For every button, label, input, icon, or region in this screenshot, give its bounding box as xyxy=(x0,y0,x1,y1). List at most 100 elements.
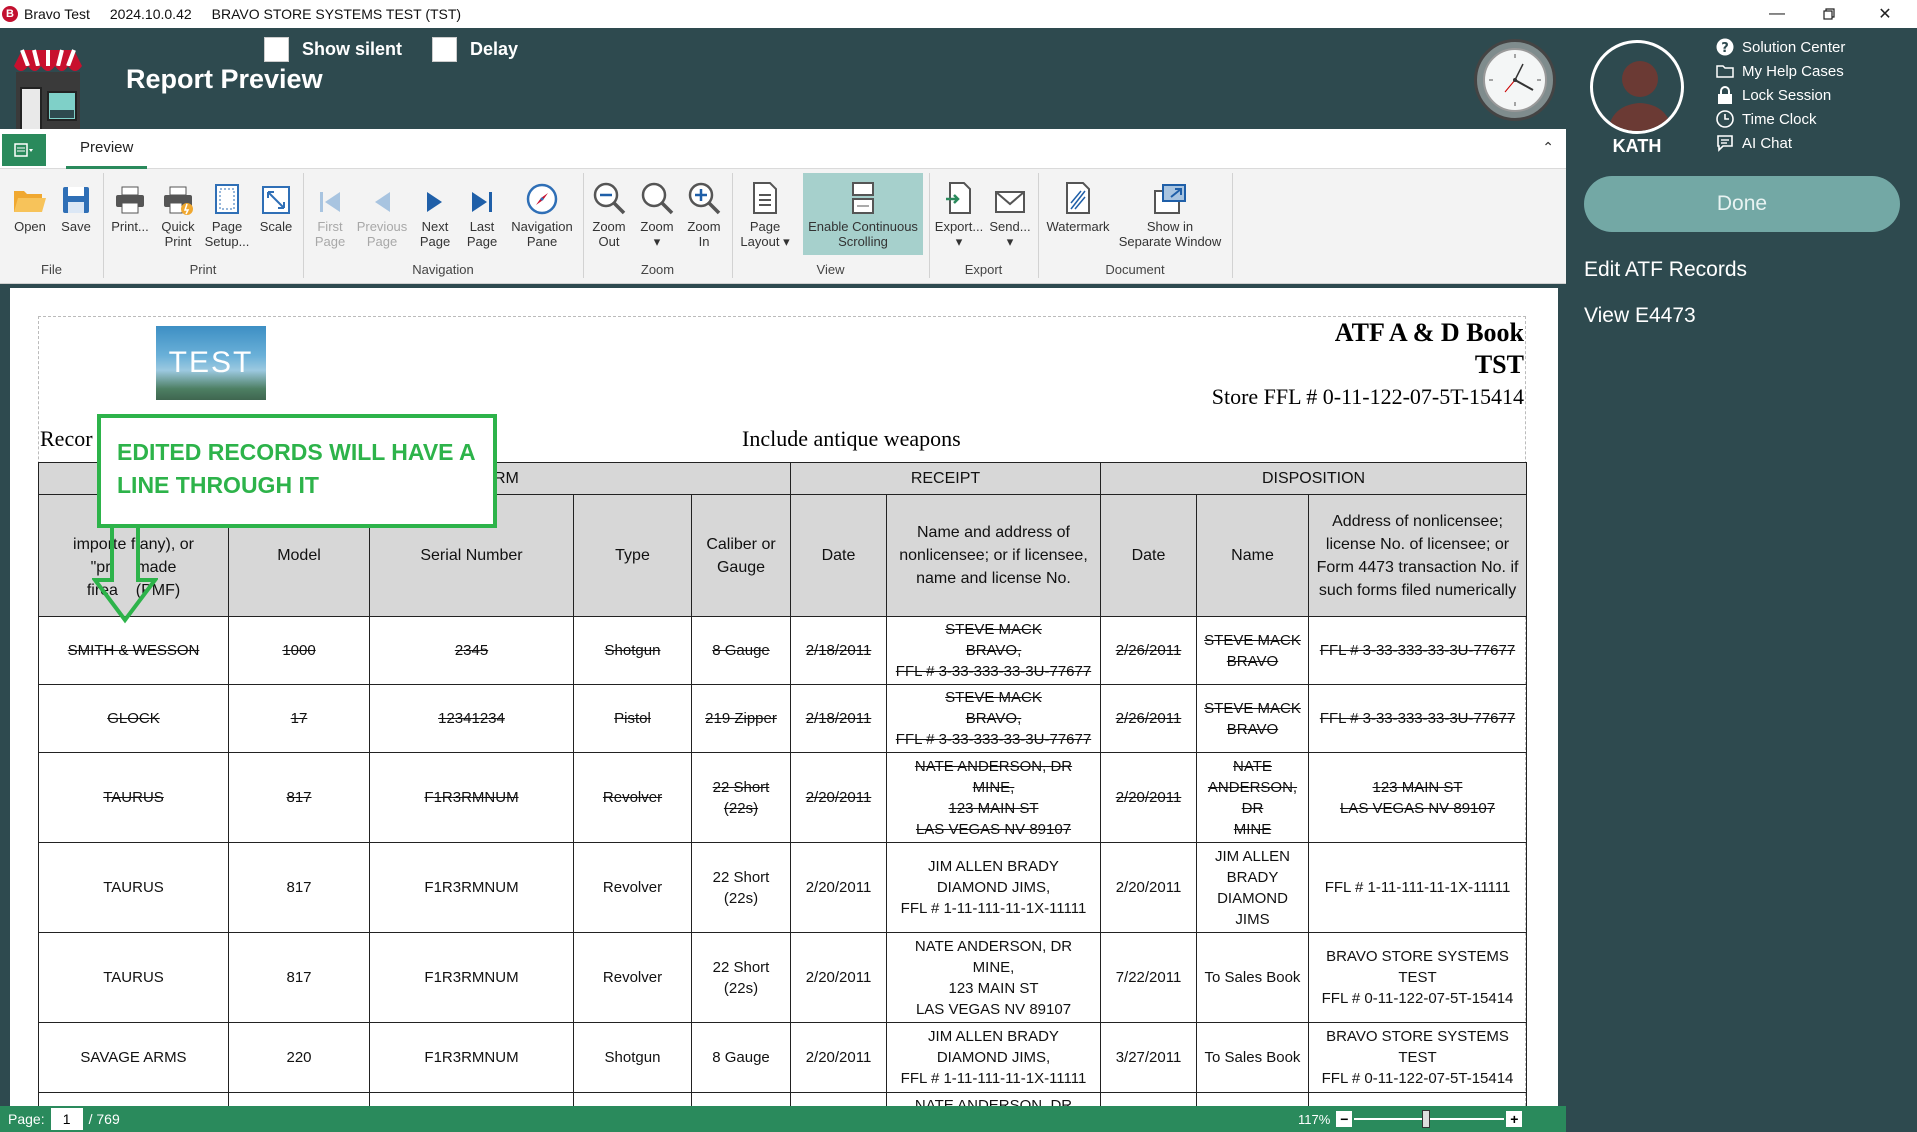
zoom-in-small-button[interactable]: + xyxy=(1506,1111,1523,1127)
table-cell-date xyxy=(790,1092,887,1106)
table-cell-from: NATE ANDERSON, DR MINE, 123 MAIN ST LAS … xyxy=(886,932,1101,1023)
table-cell-disp-name: NATE ANDERSON, DR MINE xyxy=(1196,752,1309,843)
lock-session-link[interactable]: Lock Session xyxy=(1716,86,1831,104)
delay-checkbox[interactable]: Delay xyxy=(432,37,518,62)
col-nonlicensee: Name and address of nonlicensee; or if l… xyxy=(886,494,1101,617)
watermark-button[interactable]: Watermark xyxy=(1042,173,1114,234)
done-button[interactable]: Done xyxy=(1584,176,1900,232)
col-disp-address: Address of nonlicensee; license No. of l… xyxy=(1307,494,1528,617)
zoom-out-small-button[interactable]: − xyxy=(1336,1111,1353,1127)
antique-weapons-label: Include antique weapons xyxy=(742,426,961,451)
navigation-pane-button[interactable]: Navigation Pane xyxy=(506,173,578,249)
print-button[interactable]: Print... xyxy=(108,173,152,234)
edit-atf-records-link[interactable]: Edit ATF Records xyxy=(1584,258,1747,282)
table-row: TAURUS 817 F1R3RMNUM Revolver 22 Short (22s)… xyxy=(38,842,1528,933)
my-help-cases-label: My Help Cases xyxy=(1742,62,1844,80)
table-row: SAVAGE ARMS 220 F1R3RMNUM Shotgun 8 Gauge 2/2… xyxy=(38,1022,1528,1093)
last-page-button[interactable]: Last Page xyxy=(462,173,502,249)
zoom-slider[interactable] xyxy=(1354,1108,1505,1130)
next-page-button[interactable]: Next Page xyxy=(415,173,455,249)
table-cell-disp-addr xyxy=(1307,1092,1528,1106)
table-cell-disp-name: To Sales Book xyxy=(1196,932,1309,1023)
dropdown-arrow-icon: ▾ xyxy=(653,234,661,249)
table-cell-caliber: 8 Gauge xyxy=(691,1022,791,1093)
ai-chat-link[interactable]: AI Chat xyxy=(1716,134,1792,152)
annotation-arrow-icon xyxy=(92,524,158,624)
show-silent-checkbox[interactable]: Show silent xyxy=(264,37,402,62)
table-cell-disp-name xyxy=(1196,1092,1309,1106)
right-panel: KATH ? Solution Center My Help Cases Loc… xyxy=(1566,28,1917,1132)
restore-icon[interactable] xyxy=(1806,0,1852,28)
table-cell-serial: F1R3RMNUM xyxy=(369,842,574,933)
zoom-control: 117% − + xyxy=(1298,1108,1523,1130)
folder-icon xyxy=(1716,62,1734,80)
quick-print-button[interactable]: Quick Print xyxy=(156,173,200,249)
file-menu-button[interactable] xyxy=(2,134,46,166)
export-button[interactable]: Export... ▾ xyxy=(934,173,984,249)
table-cell-model: 817 xyxy=(228,842,370,933)
disposition-group-header: DISPOSITION xyxy=(1099,462,1528,495)
tab-preview[interactable]: Preview xyxy=(66,129,148,169)
save-button[interactable]: Save xyxy=(56,173,96,234)
table-cell-mfr: TAURUS xyxy=(38,932,229,1023)
watermark-icon xyxy=(1058,173,1098,215)
last-page-icon xyxy=(462,173,502,215)
table-cell-serial: F1R3RMNUM xyxy=(369,932,574,1023)
table-cell-disp-date: 3/27/2011 xyxy=(1100,1022,1197,1093)
table-cell-disp-date: 2/20/2011 xyxy=(1100,842,1197,933)
clock-icon xyxy=(1716,110,1734,128)
zoom-button[interactable]: Zoom ▾ xyxy=(636,173,678,249)
time-clock-link[interactable]: Time Clock xyxy=(1716,110,1816,128)
close-icon[interactable]: ✕ xyxy=(1862,0,1908,28)
page-number-input[interactable]: 1 xyxy=(50,1108,83,1130)
table-row: GLOCK 17 12341234 Pistol 219 Zipper 2/18/2011… xyxy=(38,684,1528,753)
col-type: Type xyxy=(573,494,692,617)
table-cell-model: 220 xyxy=(228,1022,370,1093)
zoom-out-button[interactable]: Zoom Out xyxy=(588,173,630,249)
time-clock-label: Time Clock xyxy=(1742,110,1817,128)
minimize-icon[interactable]: — xyxy=(1754,0,1800,28)
chat-icon xyxy=(1716,134,1734,152)
document-viewer[interactable]: TEST ATF A & D Book TST Store FFL # 0-11… xyxy=(0,284,1566,1106)
table-cell-disp-addr: FFL # 3-33-333-33-3U-77677 xyxy=(1307,616,1528,685)
page-layout-button[interactable]: Page Layout ▾ xyxy=(738,173,792,249)
scale-icon xyxy=(256,173,296,215)
table-cell-date: 2/20/2011 xyxy=(790,932,887,1023)
avatar[interactable] xyxy=(1590,40,1684,134)
table-cell-disp-name: To Sales Book xyxy=(1196,1022,1309,1093)
collapse-ribbon-icon[interactable]: ⌃ xyxy=(1542,139,1554,156)
enable-continuous-scrolling-button[interactable]: Enable Continuous Scrolling xyxy=(803,173,923,255)
view-e4473-link[interactable]: View E4473 xyxy=(1584,304,1696,328)
scale-button[interactable]: Scale xyxy=(256,173,296,234)
table-cell-from: STEVE MACK BRAVO, FFL # 3-33-333-33-3U-7… xyxy=(886,684,1101,753)
page-total: / 769 xyxy=(88,1111,120,1127)
table-cell-from: STEVE MACK BRAVO, FFL # 3-33-333-33-3U-7… xyxy=(886,616,1101,685)
table-cell-serial xyxy=(369,1092,574,1106)
table-cell-type: Revolver xyxy=(573,932,692,1023)
printer-icon xyxy=(110,173,150,215)
table-cell-disp-name: STEVE MACK BRAVO xyxy=(1196,616,1309,685)
compass-icon xyxy=(522,173,562,215)
table-cell-disp-addr: BRAVO STORE SYSTEMS TEST FFL # 0-11-122-… xyxy=(1307,1022,1528,1093)
solution-center-link[interactable]: ? Solution Center xyxy=(1716,38,1845,56)
first-page-button[interactable]: First Page xyxy=(310,173,350,249)
folder-open-icon xyxy=(10,173,50,215)
zoom-slider-thumb[interactable] xyxy=(1422,1110,1431,1128)
zoom-in-icon xyxy=(684,173,724,215)
previous-page-icon xyxy=(362,173,402,215)
table-row: TAURUS 817 F1R3RMNUM Revolver 22 Short (22s)… xyxy=(38,932,1528,1023)
table-cell-from: JIM ALLEN BRADY DIAMOND JIMS, FFL # 1-11… xyxy=(886,842,1101,933)
group-label-document: Document xyxy=(1105,262,1165,277)
send-button[interactable]: Send... ▾ xyxy=(988,173,1032,249)
show-in-separate-window-button[interactable]: Show in Separate Window xyxy=(1114,173,1226,249)
table-row: TAURUS 817 F1R3RMNUM Revolver 22 Short (22s)… xyxy=(38,752,1528,843)
table-cell-caliber: 22 Short (22s) xyxy=(691,752,791,843)
page-setup-button[interactable]: Page Setup... xyxy=(204,173,250,249)
my-help-cases-link[interactable]: My Help Cases xyxy=(1716,62,1844,80)
zoom-in-button[interactable]: Zoom In xyxy=(683,173,725,249)
open-button[interactable]: Open xyxy=(10,173,50,234)
previous-page-button[interactable]: Previous Page xyxy=(354,173,410,249)
table-cell-type: Revolver xyxy=(573,752,692,843)
table-cell-type: Shotgun xyxy=(573,1022,692,1093)
table-cell-mfr: SMITH & WESSON xyxy=(38,616,229,685)
